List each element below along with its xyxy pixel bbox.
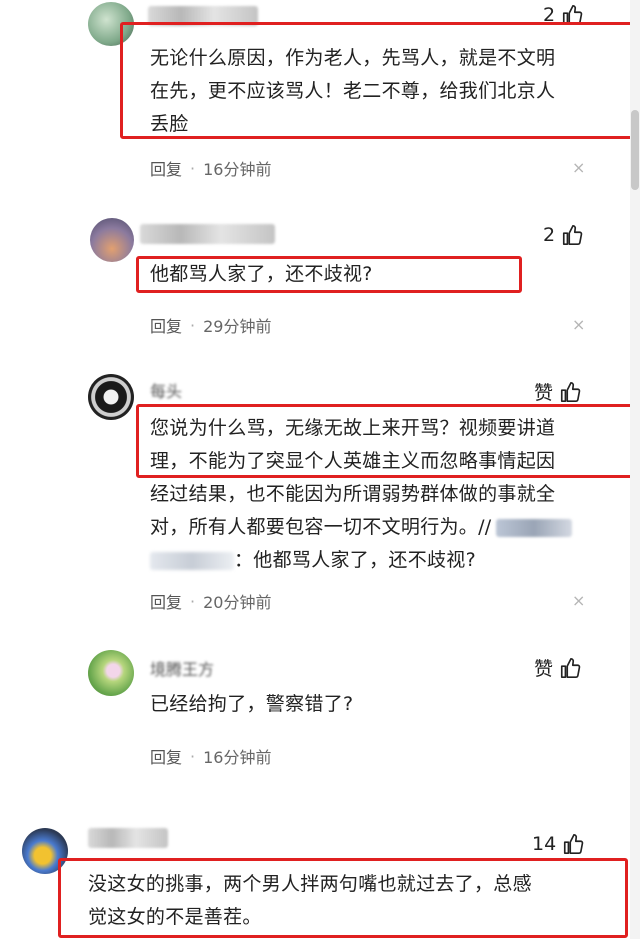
timestamp: 16分钟前 — [203, 160, 272, 179]
separator-dot: · — [190, 315, 196, 335]
comment-line: 理，不能为了突显个人英雄主义而忽略事情起因 — [150, 450, 556, 472]
comment-line-text: 对，所有人都要包容一切不文明行为。// — [150, 516, 492, 538]
like-button[interactable]: 2 — [543, 224, 583, 246]
comment-line: 他都骂人家了，还不歧视? — [150, 263, 373, 285]
reply-button[interactable]: 回复 — [150, 313, 182, 337]
like-label: 赞 — [534, 658, 554, 680]
like-button[interactable]: 赞 — [534, 654, 581, 681]
avatar[interactable] — [88, 374, 134, 420]
thumbs-up-icon — [563, 225, 583, 245]
separator-dot: · — [190, 746, 196, 766]
thumbs-up-icon — [560, 657, 581, 678]
reply-button[interactable]: 回复 — [150, 744, 182, 768]
thumbs-up-icon — [560, 381, 581, 402]
reply-button[interactable]: 回复 — [150, 156, 182, 180]
thumbs-up-icon — [564, 834, 584, 854]
close-icon[interactable]: × — [572, 158, 585, 177]
username-blurred[interactable] — [140, 224, 275, 244]
like-count: 2 — [543, 224, 556, 246]
comment-line: 觉这女的不是善茬。 — [88, 906, 262, 928]
quoted-text: ：他都骂人家了，还不歧视? — [234, 549, 476, 571]
comment-text: 您说为什么骂，无缘无故上来开骂？视频要讲道 理，不能为了突显个人英雄主义而忽略事… — [150, 412, 620, 577]
quoted-line: ：他都骂人家了，还不歧视? — [150, 544, 620, 577]
timestamp: 16分钟前 — [203, 748, 272, 767]
comment-meta: 回复 · 16分钟前 — [150, 156, 271, 180]
comment-text: 无论什么原因，作为老人，先骂人，就是不文明 在先，更不应该骂人！老二不尊，给我们… — [150, 42, 620, 141]
separator-dot: · — [190, 591, 196, 611]
like-label: 赞 — [534, 382, 554, 404]
like-button[interactable]: 赞 — [534, 378, 581, 405]
comment-line: 丢脸 — [150, 113, 189, 135]
comment-line: 无论什么原因，作为老人，先骂人，就是不文明 — [150, 47, 556, 69]
comment-line: 没这女的挑事，两个男人拌两句嘴也就过去了，总感 — [88, 873, 532, 895]
username-partial[interactable]: 每头 — [150, 378, 182, 402]
username-partial[interactable]: 境腾王方 — [150, 656, 214, 680]
reply-button[interactable]: 回复 — [150, 589, 182, 613]
like-button[interactable]: 14 — [532, 833, 584, 855]
comment-meta: 回复 · 29分钟前 — [150, 313, 271, 337]
avatar[interactable] — [90, 218, 134, 262]
comment-text: 没这女的挑事，两个男人拌两句嘴也就过去了，总感 觉这女的不是善茬。 — [88, 868, 608, 934]
comment-line: 在先，更不应该骂人！老二不尊，给我们北京人 — [150, 80, 556, 102]
close-icon[interactable]: × — [572, 591, 585, 610]
comment-line: 已经给拘了，警察错了? — [150, 693, 354, 715]
comment-meta: 回复 · 20分钟前 — [150, 589, 271, 613]
timestamp: 20分钟前 — [203, 593, 272, 612]
comment-meta: 回复 · 16分钟前 — [150, 744, 271, 768]
blurred-quoted-user — [150, 551, 234, 570]
comment-text: 他都骂人家了，还不歧视? — [150, 258, 510, 291]
comment-text: 已经给拘了，警察错了? — [150, 688, 590, 721]
separator-dot: · — [190, 158, 196, 178]
comment-line: 对，所有人都要包容一切不文明行为。// — [150, 511, 620, 544]
avatar[interactable] — [88, 650, 134, 696]
scrollbar-thumb[interactable] — [631, 110, 639, 190]
timestamp: 29分钟前 — [203, 317, 272, 336]
blurred-mention — [495, 518, 572, 537]
close-icon[interactable]: × — [572, 315, 585, 334]
comment-line: 经过结果，也不能因为所谓弱势群体做的事就全 — [150, 483, 556, 505]
comment-line: 您说为什么骂，无缘无故上来开骂？视频要讲道 — [150, 417, 556, 439]
like-count: 14 — [532, 833, 557, 855]
username-blurred[interactable] — [88, 828, 168, 848]
